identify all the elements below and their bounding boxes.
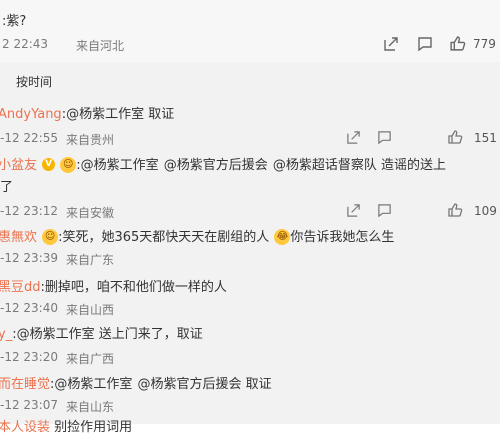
smile-emoji-icon: ☺ [60,156,77,173]
comment-item: 惠無欢 ☺:笑死，她365天都快天天在剧组的人 😂 你告诉我她怎么生 [0,226,394,245]
verified-badge-icon: V [42,158,56,171]
comment-time: -12 22:55 [0,131,58,145]
like-count: 779 [473,37,496,51]
comment-icon[interactable] [417,36,433,56]
comment-text-after-emoji: 你告诉我她怎么生 [290,230,395,245]
sort-by-time-button[interactable]: 按时间 [16,73,52,90]
comment-mention[interactable]: @杨紫工作室 [66,107,144,122]
original-post-location: 来自河北 [76,39,125,53]
comment-mention[interactable]: @杨紫工作室 [81,158,159,173]
share-icon[interactable] [346,130,361,149]
comment-location: 来自山东 [66,400,115,414]
share-icon[interactable] [383,36,399,56]
comment-item: y_:@杨紫工作室 送上门来了，取证 [0,323,203,342]
like-count: 109 [474,204,497,218]
share-icon[interactable] [346,203,361,222]
comment-time: -12 23:07 [0,398,58,412]
comment-username[interactable]: 本人设装 [0,420,50,435]
comment-text: 造谣的送上 [376,158,446,173]
comment-mention[interactable]: @杨紫官方后援会 [138,377,242,392]
comment-time: -12 23:20 [0,350,58,364]
comment-text: 送上门来了，取证 [94,327,203,342]
comment-location: 来自山西 [66,303,115,317]
comment-text: 取证 [144,107,175,122]
comment-mention[interactable]: @杨紫超话督察队 [273,158,377,173]
comment-mention[interactable]: :@杨紫工作室 [12,327,94,342]
like-count: 151 [474,131,497,145]
like-icon[interactable] [447,202,463,222]
comment-icon[interactable] [377,130,392,149]
laugh-cry-emoji-icon: 😂 [274,228,291,245]
comment-location: 来自安徽 [66,206,115,220]
comment-location: 来自广东 [66,253,115,267]
comment-icon[interactable] [377,203,392,222]
comment-time: -12 23:12 [0,204,58,218]
comment-item: 而在睡觉:@杨紫工作室 @杨紫官方后援会 取证 [0,373,272,392]
like-icon[interactable] [449,35,466,56]
original-post-text: :紫? [2,14,27,29]
comment-mention[interactable]: @杨紫官方后援会 [164,158,268,173]
comment-item: 黑豆dd:删掉吧，咱不和他们做一样的人 [0,276,227,295]
comment-text: :笑死，她365天都快天天在剧组的人 [58,230,270,245]
smile-emoji-icon: ☺ [42,228,59,245]
comment-item: AndyYang:@杨紫工作室 取证 [0,103,174,122]
comment-username[interactable]: 惠無欢 [0,230,37,245]
comment-username[interactable]: AndyYang [0,107,62,122]
comment-username[interactable]: 而在睡觉 [0,377,50,392]
comment-text-continued: 了 [0,180,14,195]
comment-mention[interactable]: :@杨紫工作室 [50,377,132,392]
comment-username[interactable]: 小盆友 [0,158,37,173]
like-icon[interactable] [447,129,463,149]
comment-text: :删掉吧，咱不和他们做一样的人 [40,280,227,295]
comment-time: -12 23:40 [0,301,58,315]
comment-location: 来自贵州 [66,133,115,147]
comment-time: -12 23:39 [0,251,58,265]
comment-username[interactable]: 黑豆dd [0,280,41,295]
comment-text: 取证 [241,377,272,392]
comment-location: 来自广西 [66,352,115,366]
comment-item: 小盆友 V ☺:@杨紫工作室 @杨紫官方后援会 @杨紫超话督察队 造谣的送上 [0,156,446,173]
original-post-time: 2 22:43 [2,37,49,51]
comment-item: 本人设装 别捡作用词用 [0,416,132,435]
comment-username[interactable]: y_ [0,327,12,342]
comment-text: 别捡作用词用 [50,420,133,435]
